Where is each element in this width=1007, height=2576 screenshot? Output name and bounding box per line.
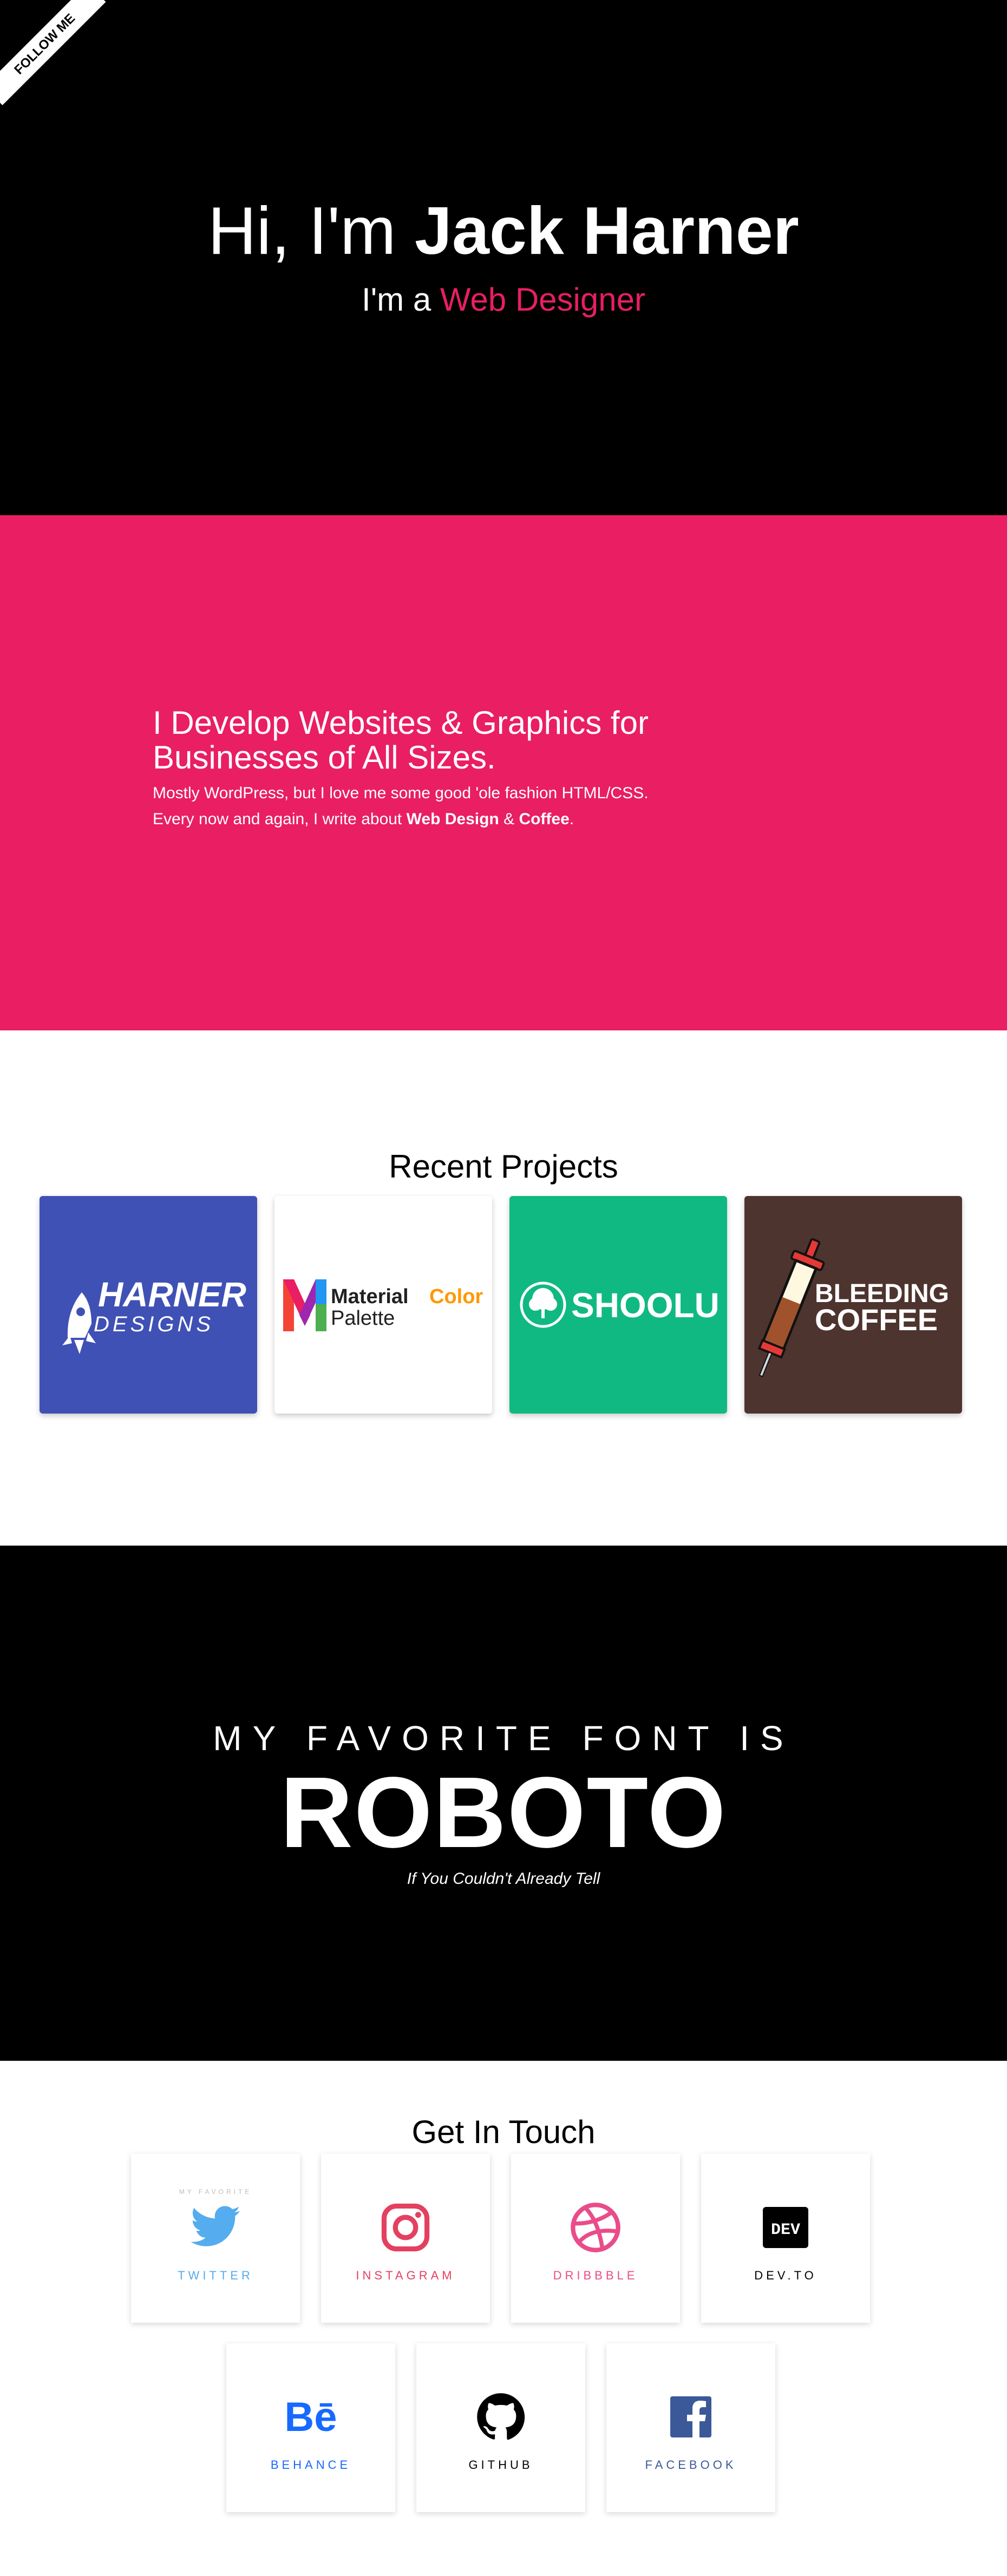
- shoolu-logo-text: SHOOLU: [571, 1286, 720, 1325]
- mcp-logo-word-1: Material: [331, 1285, 409, 1308]
- projects-section: Recent Projects HARNER DESIGNS Material …: [0, 1030, 1007, 1546]
- devto-icon: DEV: [758, 2200, 813, 2255]
- social-link-dribbble[interactable]: DRIBBBLE: [511, 2154, 680, 2323]
- social-link-instagram[interactable]: INSTAGRAM: [321, 2154, 490, 2323]
- social-link-facebook[interactable]: FACEBOOK: [606, 2343, 775, 2512]
- hero-title-name: Jack Harner: [414, 194, 799, 268]
- facebook-label: FACEBOOK: [645, 2458, 737, 2472]
- instagram-icon: [378, 2200, 433, 2255]
- follow-me-ribbon[interactable]: FOLLOW ME: [0, 0, 106, 106]
- behance-icon: Bē: [284, 2390, 338, 2444]
- contact-section: Get In Touch MY FAVORITE TWITTER INSTAGR…: [0, 2061, 1007, 2576]
- social-link-twitter[interactable]: MY FAVORITE TWITTER: [131, 2154, 300, 2323]
- font-name: ROBOTO: [280, 1757, 727, 1869]
- twitter-tiny-label: MY FAVORITE: [179, 2188, 252, 2196]
- mcp-logo-word-2: Color: [429, 1285, 483, 1308]
- favorite-font-section: MY FAVORITE FONT IS ROBOTO If You Couldn…: [0, 1546, 1007, 2061]
- about-line-2-mid: &: [499, 810, 519, 828]
- dribbble-icon: [568, 2200, 623, 2255]
- hero-section: FOLLOW ME Hi, I'm Jack Harner I'm a Web …: [0, 0, 1007, 515]
- hero-title-prefix: Hi, I'm: [208, 194, 415, 268]
- mcp-logo-word-3: Palette: [331, 1307, 395, 1330]
- shoolu-logo: SHOOLU: [509, 1196, 727, 1414]
- bleeding-coffee-logo: BLEEDING COFFEE: [744, 1196, 962, 1414]
- hero-title: Hi, I'm Jack Harner: [0, 190, 1007, 272]
- project-card-material-color-palette[interactable]: Material Color Palette: [274, 1196, 492, 1414]
- hero-subtitle: I'm a Web Designer: [0, 277, 1007, 323]
- twitter-icon: [188, 2200, 243, 2255]
- contact-title: Get In Touch: [411, 2114, 596, 2150]
- behance-label: BEHANCE: [270, 2458, 351, 2472]
- harner-designs-logo: HARNER DESIGNS: [40, 1196, 257, 1414]
- devto-label: DEV.TO: [754, 2269, 817, 2282]
- font-pretext: MY FAVORITE FONT IS: [213, 1719, 794, 1758]
- about-line-2-suffix: .: [569, 810, 574, 828]
- material-color-palette-logo: Material Color Palette: [274, 1196, 492, 1414]
- about-topic-web-design: Web Design: [406, 810, 499, 828]
- font-note: If You Couldn't Already Tell: [407, 1870, 600, 1888]
- project-card-harner-designs[interactable]: HARNER DESIGNS: [40, 1196, 257, 1414]
- about-line-2-prefix: Every now and again, I write about: [153, 810, 407, 828]
- harner-logo-line-1: HARNER: [98, 1275, 246, 1314]
- about-heading: I Develop Websites & Graphics for Busine…: [153, 705, 649, 776]
- social-link-devto[interactable]: DEV DEV.TO: [701, 2154, 870, 2323]
- projects-title: Recent Projects: [389, 1148, 618, 1185]
- dribbble-label: DRIBBBLE: [553, 2269, 638, 2282]
- about-topic-coffee: Coffee: [519, 810, 570, 828]
- about-line-1: Mostly WordPress, but I love me some goo…: [153, 784, 649, 802]
- github-label: GITHUB: [468, 2458, 533, 2472]
- svg-text:DEV: DEV: [771, 2221, 800, 2239]
- project-card-bleeding-coffee[interactable]: BLEEDING COFFEE: [744, 1196, 962, 1414]
- hero-subtitle-role: Web Designer: [440, 281, 645, 318]
- hero-subtitle-prefix: I'm a: [362, 281, 440, 318]
- instagram-label: INSTAGRAM: [356, 2269, 455, 2282]
- about-line-2: Every now and again, I write about Web D…: [153, 806, 911, 832]
- harner-logo-line-2: DESIGNS: [94, 1312, 214, 1336]
- social-link-github[interactable]: GITHUB: [416, 2343, 585, 2512]
- bleeding-coffee-logo-line-2: COFFEE: [815, 1303, 938, 1337]
- svg-text:Bē: Bē: [284, 2394, 337, 2440]
- twitter-label: TWITTER: [178, 2269, 253, 2282]
- about-section: I Develop Websites & Graphics for Busine…: [0, 515, 1007, 1030]
- project-card-shoolu[interactable]: SHOOLU: [509, 1196, 727, 1414]
- facebook-icon: [664, 2390, 718, 2444]
- social-link-behance[interactable]: Bē BEHANCE: [226, 2343, 395, 2512]
- github-icon: [474, 2390, 528, 2444]
